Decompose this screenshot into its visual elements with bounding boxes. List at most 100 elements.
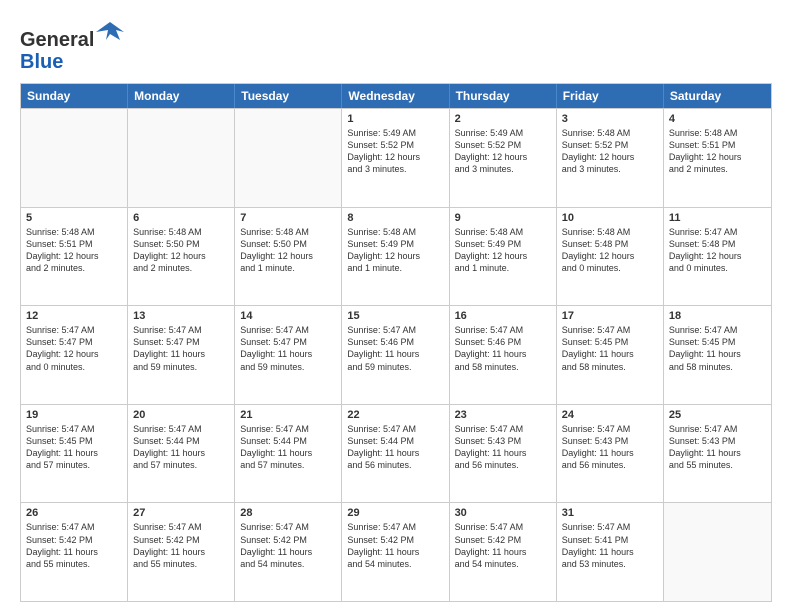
calendar: SundayMondayTuesdayWednesdayThursdayFrid…	[20, 83, 772, 602]
weekday-header-monday: Monday	[128, 84, 235, 108]
calendar-cell: 20 Sunrise: 5:47 AM Sunset: 5:44 PM Dayli…	[128, 405, 235, 503]
day-info: Sunrise: 5:47 AM Sunset: 5:42 PM Dayligh…	[133, 521, 229, 570]
day-info: Sunrise: 5:47 AM Sunset: 5:44 PM Dayligh…	[240, 423, 336, 472]
day-number: 28	[240, 507, 336, 519]
calendar-cell: 2 Sunrise: 5:49 AM Sunset: 5:52 PM Daylig…	[450, 109, 557, 207]
logo: General Blue	[20, 18, 124, 73]
calendar-cell: 10 Sunrise: 5:48 AM Sunset: 5:48 PM Dayli…	[557, 208, 664, 306]
logo-blue: Blue	[20, 51, 63, 73]
day-info: Sunrise: 5:47 AM Sunset: 5:43 PM Dayligh…	[455, 423, 551, 472]
calendar-cell: 12Sunrise: 5:47 AM Sunset: 5:47 PM Dayli…	[21, 306, 128, 404]
calendar-cell: 24 Sunrise: 5:47 AM Sunset: 5:43 PM Dayli…	[557, 405, 664, 503]
day-info: Sunrise: 5:48 AM Sunset: 5:52 PM Dayligh…	[562, 127, 658, 176]
day-number: 29	[347, 507, 443, 519]
calendar-cell: 13Sunrise: 5:47 AM Sunset: 5:47 PM Dayli…	[128, 306, 235, 404]
day-info: Sunrise: 5:47 AM Sunset: 5:43 PM Dayligh…	[669, 423, 766, 472]
weekday-header-wednesday: Wednesday	[342, 84, 449, 108]
calendar-cell: 3 Sunrise: 5:48 AM Sunset: 5:52 PM Daylig…	[557, 109, 664, 207]
day-info: Sunrise: 5:48 AM Sunset: 5:49 PM Dayligh…	[347, 226, 443, 275]
day-number: 21	[240, 409, 336, 421]
calendar-cell: 4 Sunrise: 5:48 AM Sunset: 5:51 PM Daylig…	[664, 109, 771, 207]
day-info: Sunrise: 5:47 AM Sunset: 5:43 PM Dayligh…	[562, 423, 658, 472]
day-info: Sunrise: 5:48 AM Sunset: 5:48 PM Dayligh…	[562, 226, 658, 275]
calendar-cell: 19Sunrise: 5:47 AM Sunset: 5:45 PM Dayli…	[21, 405, 128, 503]
day-number: 11	[669, 212, 766, 224]
day-number: 16	[455, 310, 551, 322]
calendar-cell: 14 Sunrise: 5:47 AM Sunset: 5:47 PM Dayli…	[235, 306, 342, 404]
day-info: Sunrise: 5:47 AM Sunset: 5:42 PM Dayligh…	[455, 521, 551, 570]
calendar-cell: 18Sunrise: 5:47 AM Sunset: 5:45 PM Dayli…	[664, 306, 771, 404]
day-number: 15	[347, 310, 443, 322]
day-number: 22	[347, 409, 443, 421]
day-number: 17	[562, 310, 658, 322]
logo-bird-icon	[96, 18, 124, 46]
day-number: 13	[133, 310, 229, 322]
calendar-cell: 29 Sunrise: 5:47 AM Sunset: 5:42 PM Dayli…	[342, 503, 449, 601]
weekday-header-sunday: Sunday	[21, 84, 128, 108]
calendar-cell: 26Sunrise: 5:47 AM Sunset: 5:42 PM Dayli…	[21, 503, 128, 601]
day-number: 25	[669, 409, 766, 421]
calendar-cell: 23Sunrise: 5:47 AM Sunset: 5:43 PM Dayli…	[450, 405, 557, 503]
calendar-body: 1 Sunrise: 5:49 AM Sunset: 5:52 PM Daylig…	[21, 108, 771, 601]
calendar-cell	[664, 503, 771, 601]
day-number: 4	[669, 113, 766, 125]
day-info: Sunrise: 5:48 AM Sunset: 5:50 PM Dayligh…	[133, 226, 229, 275]
day-number: 24	[562, 409, 658, 421]
calendar-cell	[21, 109, 128, 207]
day-info: Sunrise: 5:49 AM Sunset: 5:52 PM Dayligh…	[347, 127, 443, 176]
weekday-header-thursday: Thursday	[450, 84, 557, 108]
day-info: Sunrise: 5:47 AM Sunset: 5:46 PM Dayligh…	[455, 324, 551, 373]
day-number: 31	[562, 507, 658, 519]
weekday-header-tuesday: Tuesday	[235, 84, 342, 108]
day-number: 30	[455, 507, 551, 519]
calendar-cell: 11Sunrise: 5:47 AM Sunset: 5:48 PM Dayli…	[664, 208, 771, 306]
logo-general: General	[20, 29, 94, 51]
calendar-cell: 16 Sunrise: 5:47 AM Sunset: 5:46 PM Dayli…	[450, 306, 557, 404]
day-info: Sunrise: 5:48 AM Sunset: 5:51 PM Dayligh…	[669, 127, 766, 176]
calendar-cell	[128, 109, 235, 207]
day-number: 10	[562, 212, 658, 224]
day-number: 27	[133, 507, 229, 519]
day-info: Sunrise: 5:48 AM Sunset: 5:50 PM Dayligh…	[240, 226, 336, 275]
calendar-cell	[235, 109, 342, 207]
day-info: Sunrise: 5:48 AM Sunset: 5:51 PM Dayligh…	[26, 226, 122, 275]
calendar-cell: 17 Sunrise: 5:47 AM Sunset: 5:45 PM Dayli…	[557, 306, 664, 404]
page: General Blue SundayMondayTuesdayWednesda…	[0, 0, 792, 612]
day-info: Sunrise: 5:47 AM Sunset: 5:45 PM Dayligh…	[562, 324, 658, 373]
calendar-cell: 21 Sunrise: 5:47 AM Sunset: 5:44 PM Dayli…	[235, 405, 342, 503]
day-number: 7	[240, 212, 336, 224]
weekday-header-friday: Friday	[557, 84, 664, 108]
day-number: 26	[26, 507, 122, 519]
day-info: Sunrise: 5:47 AM Sunset: 5:42 PM Dayligh…	[240, 521, 336, 570]
calendar-cell: 7 Sunrise: 5:48 AM Sunset: 5:50 PM Daylig…	[235, 208, 342, 306]
calendar-cell: 5Sunrise: 5:48 AM Sunset: 5:51 PM Daylig…	[21, 208, 128, 306]
day-info: Sunrise: 5:47 AM Sunset: 5:47 PM Dayligh…	[26, 324, 122, 373]
day-number: 18	[669, 310, 766, 322]
calendar-cell: 8 Sunrise: 5:48 AM Sunset: 5:49 PM Daylig…	[342, 208, 449, 306]
calendar-cell: 31 Sunrise: 5:47 AM Sunset: 5:41 PM Dayli…	[557, 503, 664, 601]
day-info: Sunrise: 5:49 AM Sunset: 5:52 PM Dayligh…	[455, 127, 551, 176]
day-info: Sunrise: 5:47 AM Sunset: 5:46 PM Dayligh…	[347, 324, 443, 373]
day-info: Sunrise: 5:47 AM Sunset: 5:44 PM Dayligh…	[133, 423, 229, 472]
day-info: Sunrise: 5:47 AM Sunset: 5:41 PM Dayligh…	[562, 521, 658, 570]
day-number: 14	[240, 310, 336, 322]
calendar-cell: 28 Sunrise: 5:47 AM Sunset: 5:42 PM Dayli…	[235, 503, 342, 601]
day-number: 2	[455, 113, 551, 125]
calendar-cell: 22Sunrise: 5:47 AM Sunset: 5:44 PM Dayli…	[342, 405, 449, 503]
calendar-cell: 25 Sunrise: 5:47 AM Sunset: 5:43 PM Dayli…	[664, 405, 771, 503]
day-info: Sunrise: 5:47 AM Sunset: 5:42 PM Dayligh…	[347, 521, 443, 570]
day-info: Sunrise: 5:47 AM Sunset: 5:47 PM Dayligh…	[240, 324, 336, 373]
day-info: Sunrise: 5:48 AM Sunset: 5:49 PM Dayligh…	[455, 226, 551, 275]
day-number: 3	[562, 113, 658, 125]
day-number: 8	[347, 212, 443, 224]
calendar-row-0: 1 Sunrise: 5:49 AM Sunset: 5:52 PM Daylig…	[21, 108, 771, 207]
day-number: 20	[133, 409, 229, 421]
day-number: 6	[133, 212, 229, 224]
calendar-cell: 15 Sunrise: 5:47 AM Sunset: 5:46 PM Dayli…	[342, 306, 449, 404]
calendar-cell: 27 Sunrise: 5:47 AM Sunset: 5:42 PM Dayli…	[128, 503, 235, 601]
calendar-header: SundayMondayTuesdayWednesdayThursdayFrid…	[21, 84, 771, 108]
calendar-cell: 6 Sunrise: 5:48 AM Sunset: 5:50 PM Daylig…	[128, 208, 235, 306]
day-number: 9	[455, 212, 551, 224]
calendar-cell: 30 Sunrise: 5:47 AM Sunset: 5:42 PM Dayli…	[450, 503, 557, 601]
day-number: 1	[347, 113, 443, 125]
